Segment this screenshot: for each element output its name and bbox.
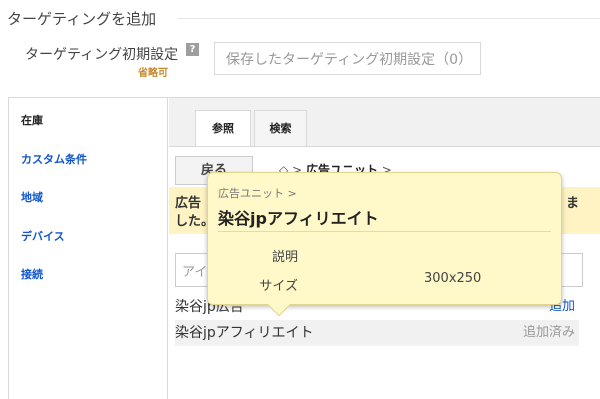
help-icon[interactable]: ? bbox=[186, 43, 199, 56]
sidebar: 在庫 カスタム条件 地域 デバイス 接続 bbox=[9, 98, 168, 399]
preset-select[interactable]: 保存したターゲティング初期設定（0） bbox=[214, 42, 481, 75]
tooltip-breadcrumb: 広告ユニット > bbox=[218, 187, 297, 200]
sidebar-item-connection[interactable]: 接続 bbox=[21, 266, 43, 282]
tab-search[interactable]: 検索 bbox=[254, 110, 307, 146]
tooltip-title: 染谷jpアフィリエイト bbox=[218, 209, 379, 228]
sidebar-item-inventory[interactable]: 在庫 bbox=[21, 112, 43, 128]
ad-unit-tooltip: 広告ユニット > 染谷jpアフィリエイト 説明 サイズ 300x250 bbox=[207, 172, 562, 317]
tab-browse[interactable]: 参照 bbox=[195, 110, 251, 146]
tooltip-divider bbox=[218, 231, 551, 232]
sidebar-item-devices[interactable]: デバイス bbox=[21, 228, 65, 244]
preset-label: ターゲティング初期設定 bbox=[25, 47, 179, 63]
section-title: ターゲティングを追加 bbox=[7, 10, 157, 28]
optional-label: 省略可 bbox=[138, 68, 168, 79]
size-label: サイズ bbox=[259, 279, 298, 294]
added-status: 追加済み bbox=[522, 325, 575, 340]
sidebar-item-custom-criteria[interactable]: カスタム条件 bbox=[21, 151, 87, 167]
list-item[interactable]: 染谷jpアフィリエイト 追加済み bbox=[175, 320, 579, 346]
sidebar-item-geography[interactable]: 地域 bbox=[21, 189, 43, 205]
size-value: 300x250 bbox=[424, 271, 482, 286]
title-divider bbox=[178, 18, 600, 19]
message-tail: ま bbox=[566, 196, 580, 211]
list-item-label: 染谷jpアフィリエイト bbox=[175, 325, 314, 341]
description-label: 説明 bbox=[271, 250, 298, 265]
